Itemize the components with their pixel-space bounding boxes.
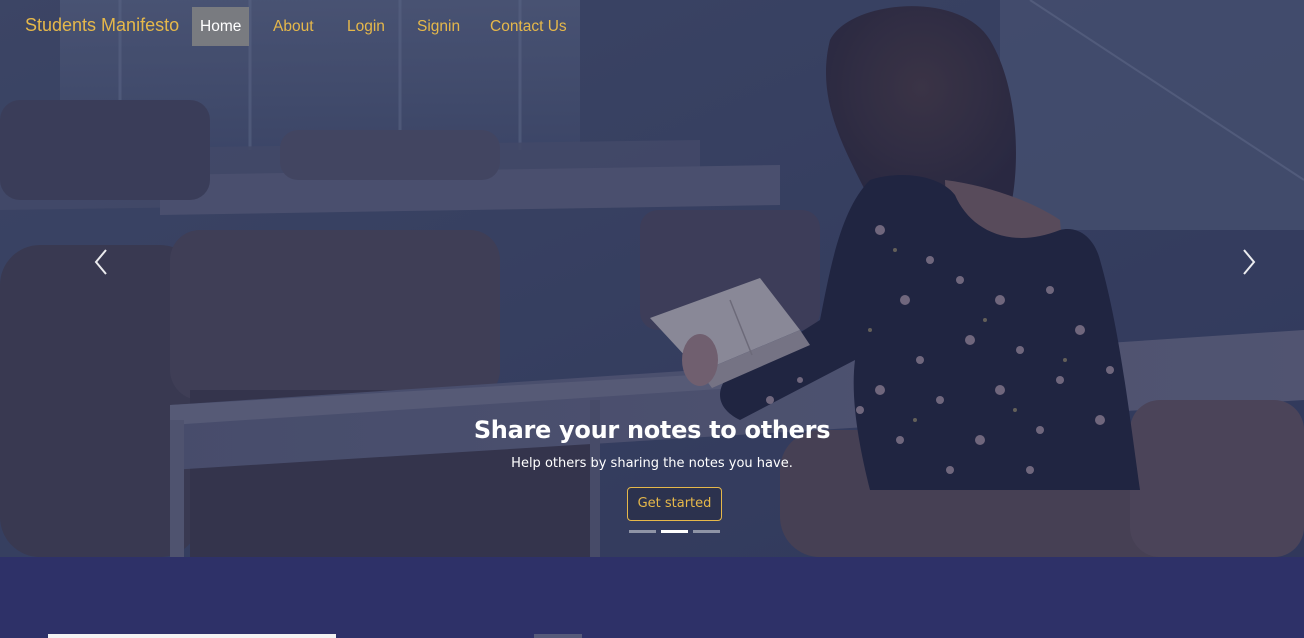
content-section <box>0 557 1304 638</box>
section-card-edge <box>534 634 582 638</box>
section-card-edge <box>48 634 336 638</box>
carousel-indicator-active[interactable] <box>661 530 688 533</box>
get-started-button[interactable]: Get started <box>627 487 722 521</box>
carousel-prev-button[interactable] <box>90 247 114 277</box>
nav-item-home[interactable]: Home <box>192 7 250 46</box>
nav-item-signin[interactable]: Signin <box>409 7 468 46</box>
chevron-left-icon <box>94 249 107 275</box>
nav-item-contact-us[interactable]: Contact Us <box>482 7 575 46</box>
brand-logo[interactable]: Students Manifesto <box>25 15 179 36</box>
nav-item-about[interactable]: About <box>265 7 322 46</box>
chevron-right-icon <box>1243 249 1256 275</box>
nav-item-login[interactable]: Login <box>339 7 393 46</box>
carousel-indicator[interactable] <box>693 530 720 533</box>
slide-title: Share your notes to others <box>473 416 831 444</box>
carousel-caption: Share your notes to others Help others b… <box>0 412 1304 474</box>
hero-carousel: Students Manifesto Home About Login Sign… <box>0 0 1304 557</box>
carousel-indicator[interactable] <box>629 530 656 533</box>
carousel-next-button[interactable] <box>1236 247 1260 277</box>
navbar: Students Manifesto Home About Login Sign… <box>0 0 1304 52</box>
slide-text: Help others by sharing the notes you hav… <box>511 456 793 471</box>
